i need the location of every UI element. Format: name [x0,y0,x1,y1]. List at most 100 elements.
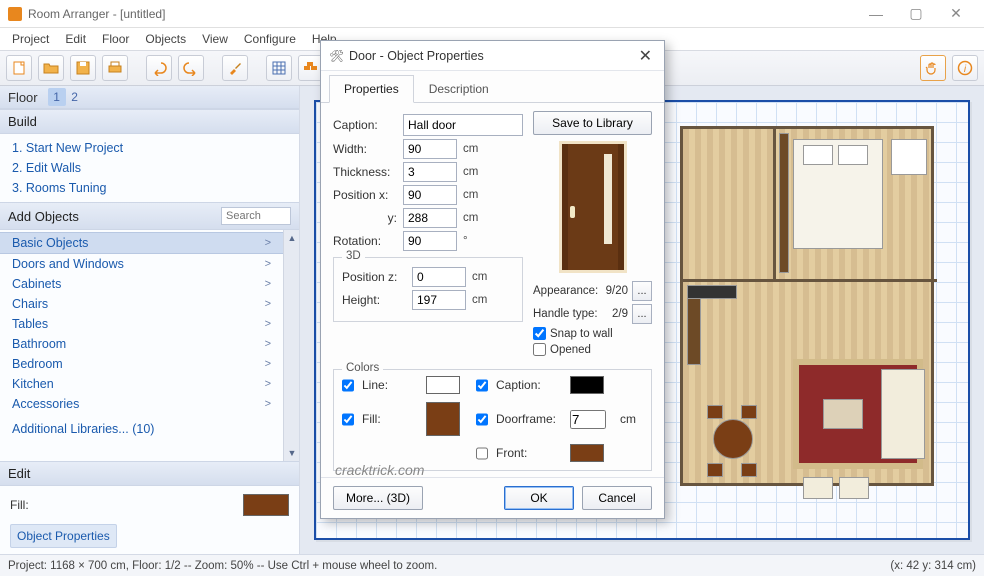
position-y-input[interactable] [403,208,457,228]
furniture-table[interactable] [713,419,753,459]
menu-edit[interactable]: Edit [59,30,92,48]
opened-checkbox[interactable] [533,343,546,356]
dialog-close-button[interactable]: ✕ [635,46,656,66]
line-checkbox[interactable] [342,379,354,392]
tool-print[interactable] [102,55,128,81]
fill-color-swatch[interactable] [243,494,289,516]
status-coordinates: (x: 42 y: 314 cm) [890,560,976,572]
legend-colors: Colors [342,362,383,374]
dialog-footer: More... (3D) OK Cancel [321,477,664,518]
cat-doors-windows[interactable]: Doors and Windows> [0,254,283,274]
build-list: 1. Start New Project 2. Edit Walls 3. Ro… [0,134,299,202]
ok-button[interactable]: OK [504,486,574,510]
caption-label: Caption: [333,118,403,132]
cat-accessories[interactable]: Accessories> [0,394,283,414]
thickness-input[interactable] [403,162,457,182]
unit-cm: cm [463,143,478,155]
caption-color-swatch[interactable] [570,376,604,394]
doorframe-input[interactable] [570,410,606,429]
maximize-button[interactable]: ▢ [896,0,936,28]
appearance-browse-button[interactable]: ... [632,281,652,301]
floor-label: Floor [8,90,38,105]
cat-chairs[interactable]: Chairs> [0,294,283,314]
additional-libraries-link[interactable]: Additional Libraries... (10) [0,414,283,444]
dialog-titlebar[interactable]: 🛠 Door - Object Properties ✕ [321,41,664,71]
undo-icon [151,60,167,76]
cat-bedroom[interactable]: Bedroom> [0,354,283,374]
menu-configure[interactable]: Configure [238,30,302,48]
build-edit-walls[interactable]: 2. Edit Walls [12,158,287,178]
floor-tab-1[interactable]: 1 [48,88,66,106]
fill-checkbox[interactable] [342,413,354,426]
dialog-tabs: Properties Description [321,75,664,103]
cat-tables[interactable]: Tables> [0,314,283,334]
chevron-right-icon: > [265,398,271,410]
wrench-icon: 🛠 [329,49,343,63]
tool-brush[interactable] [222,55,248,81]
dialog-body: Caption: Width:cm Thickness:cm Position … [321,103,664,477]
file-icon [11,60,27,76]
tool-open[interactable] [38,55,64,81]
chevron-right-icon: > [265,278,271,290]
tool-undo[interactable] [146,55,172,81]
furniture-sofa[interactable] [881,369,925,459]
tool-info[interactable]: i [952,55,978,81]
furniture-shelf[interactable] [891,139,927,175]
category-scrollbar[interactable]: ▲ ▼ [283,230,299,461]
cat-bathroom[interactable]: Bathroom> [0,334,283,354]
scroll-down-icon[interactable]: ▼ [284,445,299,461]
tool-redo[interactable] [178,55,204,81]
tool-save[interactable] [70,55,96,81]
rotation-input[interactable] [403,231,457,251]
tool-grid[interactable] [266,55,292,81]
front-label: Front: [496,446,566,460]
save-to-library-button[interactable]: Save to Library [533,111,652,135]
close-button[interactable]: ✕ [936,0,976,28]
cat-kitchen[interactable]: Kitchen> [0,374,283,394]
caption-input[interactable] [403,114,523,136]
handle-type-label: Handle type: [533,308,612,320]
floor-tab-2[interactable]: 2 [66,88,84,106]
object-properties-link[interactable]: Object Properties [10,524,117,548]
snap-to-wall-checkbox[interactable] [533,327,546,340]
cat-basic-objects[interactable]: Basic Objects> [0,232,283,254]
line-color-swatch[interactable] [426,376,460,394]
doorframe-label: Doorframe: [496,412,566,426]
app-icon [8,7,22,21]
handle-type-value: 2/9 [612,308,628,320]
fill-color-swatch[interactable] [426,402,460,436]
menu-floor[interactable]: Floor [96,30,135,48]
height-input[interactable] [412,290,466,310]
front-color-swatch[interactable] [570,444,604,462]
menu-objects[interactable]: Objects [139,30,192,48]
tool-new[interactable] [6,55,32,81]
more-3d-button[interactable]: More... (3D) [333,486,423,510]
build-header: Build [0,109,299,134]
minimize-button[interactable]: — [856,0,896,28]
cancel-button[interactable]: Cancel [582,486,652,510]
position-x-input[interactable] [403,185,457,205]
furniture-closet[interactable] [779,133,789,273]
add-objects-header: Add Objects [0,202,299,230]
menu-project[interactable]: Project [6,30,55,48]
handle-browse-button[interactable]: ... [632,304,652,324]
caption-color-checkbox[interactable] [476,379,488,392]
chevron-right-icon: > [265,318,271,330]
window-title: Room Arranger - [untitled] [28,7,856,21]
cat-cabinets[interactable]: Cabinets> [0,274,283,294]
chevron-right-icon: > [265,298,271,310]
wall-icon [303,60,319,76]
search-input[interactable] [221,207,291,225]
tab-properties[interactable]: Properties [329,75,414,103]
width-label: Width: [333,142,403,156]
scroll-up-icon[interactable]: ▲ [284,230,299,246]
tab-description[interactable]: Description [414,75,504,102]
width-input[interactable] [403,139,457,159]
tool-hand[interactable] [920,55,946,81]
menu-view[interactable]: View [196,30,234,48]
front-checkbox[interactable] [476,447,488,460]
build-rooms-tuning[interactable]: 3. Rooms Tuning [12,178,287,198]
position-z-input[interactable] [412,267,466,287]
build-start-new-project[interactable]: 1. Start New Project [12,138,287,158]
doorframe-checkbox[interactable] [476,413,488,426]
